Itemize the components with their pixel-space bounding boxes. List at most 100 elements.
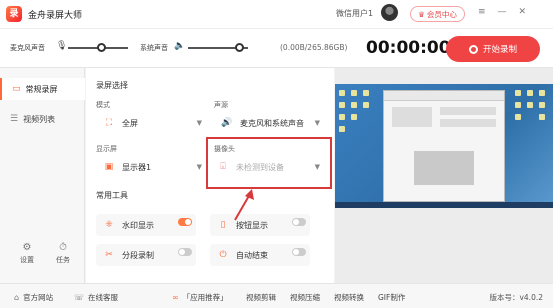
watermark-icon: ⁜ [105,220,113,230]
power-icon: ⏻ [219,250,227,260]
window-controls: ≡ — ✕ [478,7,526,17]
mic-volume-handle[interactable] [97,43,106,52]
desktop-icon [339,102,345,108]
start-record-label: 开始录制 [482,45,517,55]
monitor-icon: ▣ [104,162,114,172]
footer-link-video-compress[interactable]: 视频压缩 [290,292,320,303]
app-logo: 录 [6,6,22,22]
screen-preview [335,68,553,283]
tool-button-display: ▯ 按钮显示 [210,214,310,236]
section-title-record-select: 录屏选择 [96,81,128,90]
display-label: 显示屏 [96,145,117,153]
watermark-toggle[interactable] [178,218,192,226]
audio-source-select[interactable]: 🔊 麦克风和系统声音 ▼ [214,112,326,134]
desktop-icon [515,90,521,96]
record-icon: ▭ [12,84,21,94]
preview-window [383,90,505,202]
title-bar: 录 金舟录屏大师 微信用户1 ♛ 会员中心 ≡ — ✕ [0,0,553,28]
record-dot-icon [468,44,478,54]
task-icon: ⏱ [59,242,67,253]
mic-volume-label: 麦克风声音 [10,44,45,52]
audio-source-label: 声源 [214,101,228,109]
record-timer: 00:00:00 [366,38,451,58]
sidebar-item-label: 常规录屏 [25,84,58,94]
member-center-button[interactable]: ♛ 会员中心 [410,6,465,22]
desktop-icon [539,114,545,120]
preview-taskbar [335,202,553,208]
mode-select[interactable]: ⛶ 全屏 ▼ [96,112,208,134]
preview-thumbnail [335,84,553,208]
mode-label: 模式 [96,101,110,109]
tool-label: 自动结束 [236,250,268,260]
home-icon: ⌂ [14,293,20,302]
online-support-link[interactable]: ☏ 在线客服 [74,292,118,303]
footer-link-video-convert[interactable]: 视频转换 [334,292,364,303]
link-icon: ∞ [172,293,179,302]
display-value: 显示器1 [122,162,152,172]
auto-stop-toggle[interactable] [292,248,306,256]
microphone-icon: 🎙 [56,41,68,51]
tool-item: ⁜ 水印显示 [102,217,154,233]
online-support-label: 在线客服 [88,293,119,302]
preview-block [392,107,432,127]
settings-label: 设置 [20,256,34,264]
button-display-toggle[interactable] [292,218,306,226]
footer-link-video-edit[interactable]: 视频剪辑 [246,292,276,303]
user-name[interactable]: 微信用户1 [336,8,373,19]
tool-label: 水印显示 [122,220,154,230]
desktop-icon [539,102,545,108]
system-volume-label: 系统声音 [140,44,168,52]
desktop-icon [339,114,345,120]
footer-bar: ⌂ 官方网站 ☏ 在线客服 ∞ 「应用推荐」 视频剪辑 视频压缩 视频转换 GI… [0,283,553,308]
audio-source-value: 麦克风和系统声音 [240,118,304,128]
button-icon: ▯ [220,220,226,230]
desktop-icon [363,102,369,108]
close-icon[interactable]: ✕ [519,7,527,17]
sidebar-item-record[interactable]: ▭ 常规录屏 [0,78,85,100]
minimize-icon[interactable]: — [498,7,507,17]
system-volume-handle[interactable] [235,43,244,52]
chevron-down-icon: ▼ [196,163,202,171]
gear-icon: ⚙ [22,242,32,253]
tasks-label: 任务 [56,256,70,264]
tool-segment: ✂ 分段录制 [96,244,196,266]
app-title: 金舟录屏大师 [28,10,83,21]
preview-window-header [384,91,504,101]
speaker-icon: 🔊 [221,118,233,128]
app-recommend-link[interactable]: ∞ 「应用推荐」 [172,292,228,303]
tool-watermark: ⁜ 水印显示 [96,214,196,236]
app-recommend-label: 「应用推荐」 [182,293,228,302]
start-record-button[interactable]: 开始录制 [446,36,540,62]
display-select[interactable]: ▣ 显示器1 ▼ [96,156,208,178]
sidebar: ▭ 常规录屏 ☰ 视频列表 ⚙ 设置 ⏱ 任务 [0,68,85,283]
highlight-box [206,137,332,189]
official-website-link[interactable]: ⌂ 官方网站 [14,292,53,303]
segment-toggle[interactable] [178,248,192,256]
record-bar: 麦克风声音 🎙 系统声音 🔈 (0.00B/265.86GB) 00:00:00… [0,28,553,68]
speaker-icon: 🔈 [174,41,186,51]
version-label: 版本号：v4.0.2 [489,293,543,302]
footer-link-gif[interactable]: GIF制作 [378,292,405,303]
desktop-icon [351,102,357,108]
avatar[interactable] [381,4,398,21]
desktop-icon [351,114,357,120]
crown-icon: ♛ [418,9,425,19]
preview-block [440,119,496,127]
segment-icon: ✂ [105,250,113,260]
desktop-icon [351,90,357,96]
support-icon: ☏ [74,293,85,302]
settings-button[interactable]: ⚙ 设置 [12,242,42,265]
sidebar-item-video-list[interactable]: ☰ 视频列表 [0,108,85,130]
tasks-button[interactable]: ⏱ 任务 [48,242,78,265]
list-icon: ☰ [10,114,19,124]
sidebar-item-label: 视频列表 [23,114,56,124]
chevron-down-icon: ▼ [196,119,202,127]
mode-value: 全屏 [122,118,138,128]
desktop-icon [363,90,369,96]
menu-icon[interactable]: ≡ [478,7,486,17]
preview-block [440,107,496,115]
annotation-arrow-icon [234,189,254,221]
desktop-icon [515,102,521,108]
storage-info: (0.00B/265.86GB) [280,43,348,52]
member-center-label: 会员中心 [426,9,457,19]
